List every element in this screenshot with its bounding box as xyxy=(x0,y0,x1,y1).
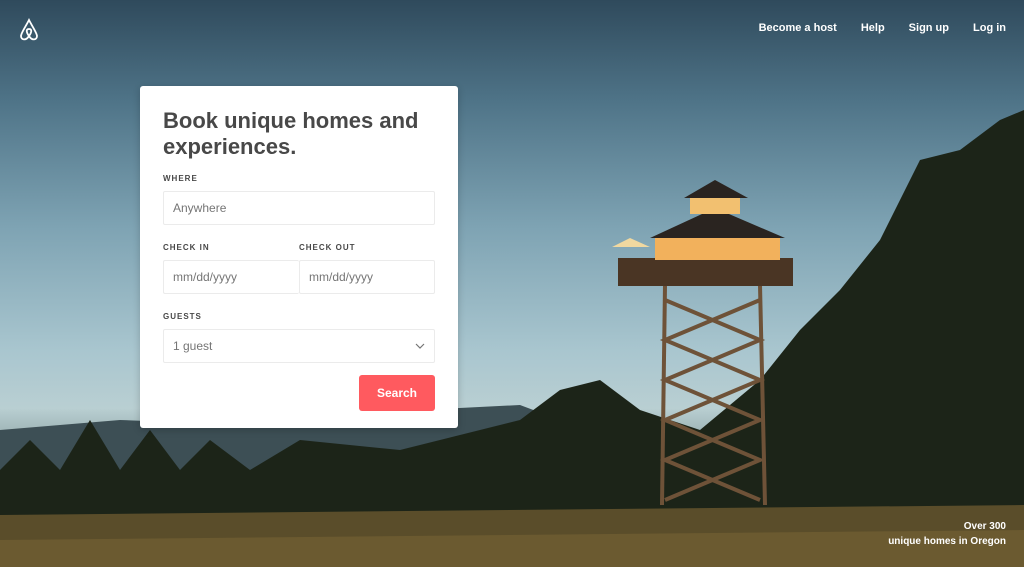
guests-label: GUESTS xyxy=(163,312,202,321)
guests-select[interactable]: 1 guest xyxy=(163,329,435,363)
check-in-label: CHECK IN xyxy=(163,243,210,252)
booking-card: Book unique homes and experiences. WHERE… xyxy=(140,86,458,428)
check-in-input[interactable]: mm/dd/yyyy xyxy=(163,260,299,294)
search-button[interactable]: Search xyxy=(359,375,435,411)
become-host-link[interactable]: Become a host xyxy=(759,22,837,34)
help-link[interactable]: Help xyxy=(861,22,885,34)
check-out-label: CHECK OUT xyxy=(299,243,356,252)
sign-up-link[interactable]: Sign up xyxy=(909,22,949,34)
where-label: WHERE xyxy=(163,174,198,183)
guests-value: 1 guest xyxy=(173,339,213,353)
caption-line-2: unique homes in Oregon xyxy=(888,536,1006,547)
where-input[interactable]: Anywhere xyxy=(163,191,435,225)
check-out-input[interactable]: mm/dd/yyyy xyxy=(299,260,435,294)
top-nav: Become a host Help Sign up Log in xyxy=(759,22,1006,34)
airbnb-logo-icon[interactable] xyxy=(18,18,40,42)
location-caption[interactable]: Over 300 unique homes in Oregon xyxy=(888,519,1006,549)
card-title: Book unique homes and experiences. xyxy=(163,108,419,159)
log-in-link[interactable]: Log in xyxy=(973,22,1006,34)
caption-line-1: Over 300 xyxy=(963,521,1006,532)
chevron-down-icon xyxy=(415,343,425,349)
